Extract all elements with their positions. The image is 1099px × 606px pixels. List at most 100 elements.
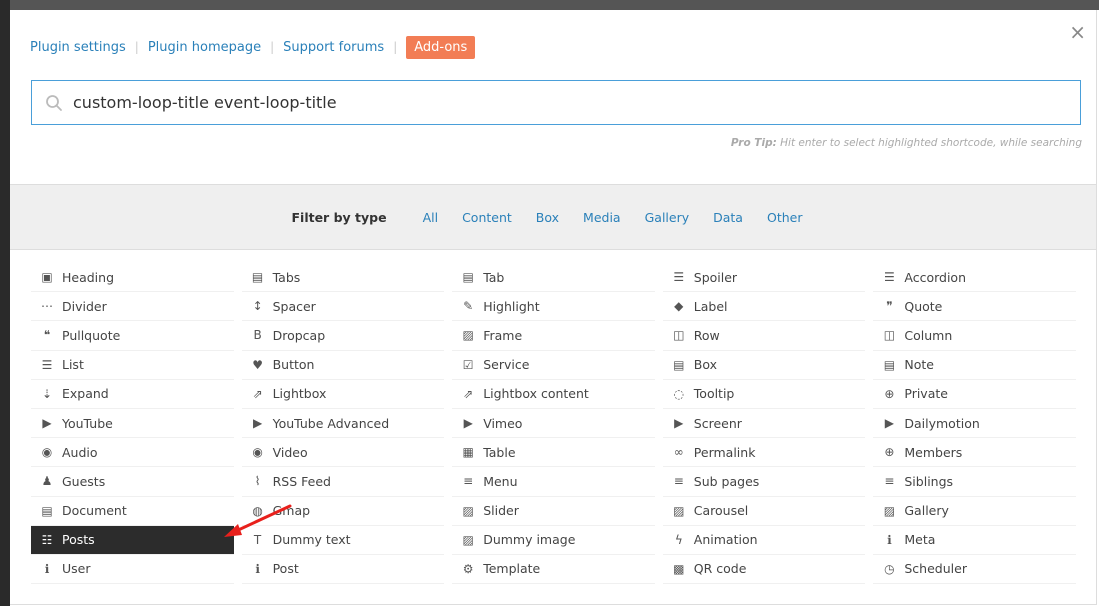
shortcode-label: Dailymotion — [904, 415, 980, 431]
search-box[interactable] — [31, 80, 1081, 125]
shortcode-scheduler[interactable]: ◷ Scheduler — [873, 555, 1076, 585]
shortcode-template[interactable]: ⚙ Template — [452, 555, 655, 585]
list-icon: ☰ — [673, 270, 685, 285]
picture-icon: ▨ — [462, 503, 474, 518]
shortcode-quote[interactable]: ❞ Quote — [873, 292, 1076, 322]
shortcode-youtube-advanced[interactable]: ▶ YouTube Advanced — [241, 409, 445, 439]
shortcode-dropcap[interactable]: B Dropcap — [241, 321, 445, 351]
info-circle-icon: ℹ — [887, 532, 892, 547]
shortcode-box[interactable]: ▤ Box — [662, 351, 866, 380]
shortcode-private[interactable]: ⊕ Private — [873, 380, 1076, 409]
shortcode-carousel[interactable]: ▨ Carousel — [662, 497, 866, 526]
shortcode-label: Screenr — [693, 415, 742, 431]
shortcode-tooltip[interactable]: ◌ Tooltip — [662, 380, 866, 409]
clock-icon: ◷ — [884, 561, 895, 576]
shortcode-audio[interactable]: ◉ Audio — [31, 438, 234, 468]
shortcode-spoiler[interactable]: ☰ Spoiler — [662, 263, 866, 293]
shortcode-label: Spoiler — [693, 269, 738, 285]
shortcode-column[interactable]: ◫ Column — [873, 321, 1076, 351]
magic-icon: ϟ — [674, 532, 683, 547]
backdrop-left — [0, 0, 10, 606]
shortcode-note[interactable]: ▤ Note — [873, 351, 1076, 380]
shortcode-label: Permalink — [693, 444, 756, 460]
shortcode-label: Quote — [904, 298, 943, 314]
shortcode-pullquote[interactable]: ❝ Pullquote — [31, 321, 234, 351]
shortcode-label: Animation — [693, 532, 758, 548]
shortcode-lightbox-content[interactable]: ⇗ Lightbox content — [452, 380, 655, 409]
shortcode-label: Row — [693, 327, 720, 343]
shortcode-list[interactable]: ☰ List — [31, 351, 234, 380]
shortcode-label: Members — [904, 444, 963, 460]
shortcode-screenr[interactable]: ▶ Screenr — [662, 409, 866, 439]
shortcode-label: Column — [904, 327, 953, 343]
lock-icon: ⊕ — [884, 445, 895, 460]
search-input[interactable] — [73, 93, 1080, 112]
youtube-play-icon: ▶ — [884, 416, 894, 431]
shortcode-expand[interactable]: ⇣ Expand — [31, 380, 234, 409]
shortcode-animation[interactable]: ϟ Animation — [662, 526, 866, 555]
shortcode-meta[interactable]: ℹ Meta — [873, 526, 1076, 555]
shortcode-sub-pages[interactable]: ≡ Sub pages — [662, 467, 866, 497]
shortcode-gallery[interactable]: ▨ Gallery — [873, 497, 1076, 526]
shortcode-menu[interactable]: ≡ Menu — [452, 467, 655, 497]
picture-icon: ▨ — [673, 503, 685, 518]
shortcode-vimeo[interactable]: ▶ Vimeo — [452, 409, 655, 439]
columns-icon: ◫ — [883, 328, 896, 343]
close-icon[interactable]: × — [1069, 22, 1086, 42]
pencil-icon: ✎ — [463, 299, 474, 314]
filter-gallery[interactable]: Gallery — [645, 210, 690, 225]
shortcode-members[interactable]: ⊕ Members — [873, 438, 1076, 468]
filter-content[interactable]: Content — [462, 210, 512, 225]
shortcode-frame[interactable]: ▨ Frame — [452, 321, 655, 351]
shortcode-document[interactable]: ▤ Document — [31, 497, 234, 526]
shortcode-dummy-text[interactable]: T Dummy text — [241, 526, 445, 555]
play-circle-icon: ◉ — [41, 445, 53, 460]
add-ons-button[interactable]: Add-ons — [406, 35, 476, 59]
shortcode-label: User — [62, 561, 91, 577]
shortcode-permalink[interactable]: ∞ Permalink — [662, 438, 866, 468]
filter-media[interactable]: Media — [583, 210, 621, 225]
rss-icon: ⌇ — [254, 474, 261, 489]
shortcode-table[interactable]: ▦ Table — [452, 438, 655, 468]
shortcode-heading[interactable]: ▣ Heading — [31, 263, 234, 293]
shortcode-highlight[interactable]: ✎ Highlight — [452, 292, 655, 322]
shortcode-rss-feed[interactable]: ⌇ RSS Feed — [241, 467, 445, 497]
filter-box[interactable]: Box — [536, 210, 559, 225]
shortcode-qr-code[interactable]: ▩ QR code — [662, 555, 866, 585]
shortcode-tab[interactable]: ▤ Tab — [452, 263, 655, 293]
shortcode-user[interactable]: ℹ User — [31, 555, 234, 585]
shortcode-siblings[interactable]: ≡ Siblings — [873, 467, 1076, 497]
picture-icon: ▨ — [462, 328, 474, 343]
shortcode-guests[interactable]: ♟ Guests — [31, 467, 234, 497]
shortcode-divider[interactable]: ⋯ Divider — [31, 292, 234, 322]
bars-icon: ≡ — [673, 474, 684, 489]
filter-all[interactable]: All — [423, 210, 439, 225]
table-icon: ▦ — [462, 445, 474, 460]
shortcode-label: Audio — [62, 444, 98, 460]
shortcode-service[interactable]: ☑ Service — [452, 351, 655, 380]
shortcode-gmap[interactable]: ◍ Gmap — [241, 497, 445, 526]
tag-icon: ◆ — [674, 299, 684, 314]
shortcode-post[interactable]: ℹ Post — [241, 555, 445, 585]
shortcode-button[interactable]: ♥ Button — [241, 351, 445, 380]
shortcode-dailymotion[interactable]: ▶ Dailymotion — [873, 409, 1076, 439]
support-forums-link[interactable]: Support forums — [283, 40, 384, 55]
shortcode-youtube[interactable]: ▶ YouTube — [31, 409, 234, 439]
filter-data[interactable]: Data — [713, 210, 743, 225]
shortcode-label: Tooltip — [693, 386, 735, 402]
shortcode-posts[interactable]: ☷ Posts — [31, 525, 234, 555]
shortcode-lightbox[interactable]: ⇗ Lightbox — [241, 380, 445, 409]
shortcode-row[interactable]: ◫ Row — [662, 321, 866, 351]
shortcode-label: Service — [483, 357, 530, 373]
shortcode-video[interactable]: ◉ Video — [241, 438, 445, 468]
shortcode-slider[interactable]: ▨ Slider — [452, 497, 655, 526]
shortcode-dummy-image[interactable]: ▨ Dummy image — [452, 526, 655, 555]
filter-other[interactable]: Other — [767, 210, 803, 225]
shortcode-spacer[interactable]: ↕ Spacer — [241, 292, 445, 322]
shortcode-accordion[interactable]: ☰ Accordion — [873, 263, 1076, 293]
plugin-settings-link[interactable]: Plugin settings — [30, 40, 126, 55]
shortcode-label[interactable]: ◆ Label — [662, 292, 866, 322]
shortcode-tabs[interactable]: ▤ Tabs — [241, 263, 445, 293]
shortcode-label: Accordion — [904, 269, 966, 285]
plugin-homepage-link[interactable]: Plugin homepage — [148, 40, 261, 55]
